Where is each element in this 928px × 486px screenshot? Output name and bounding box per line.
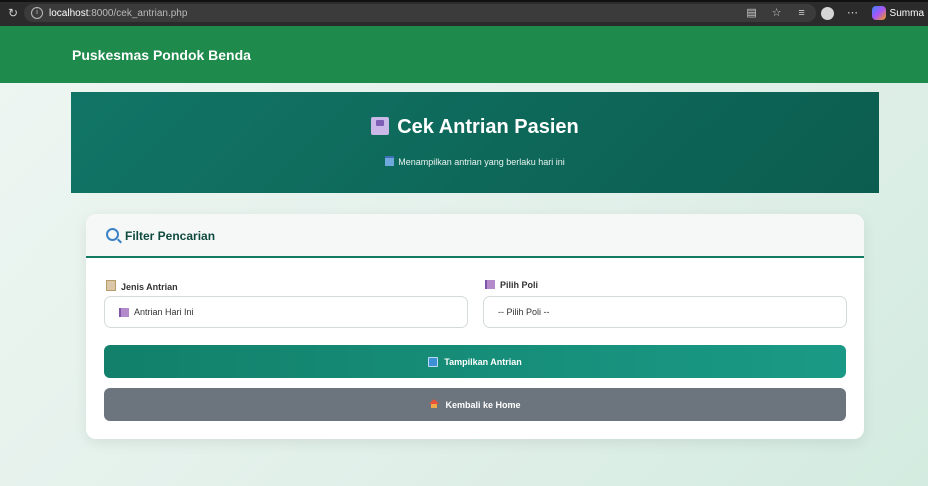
reader-mode-icon[interactable]: ▤ [746, 7, 758, 19]
pilih-poli-value: -- Pilih Poli -- [498, 307, 550, 317]
pilih-poli-label-text: Pilih Poli [500, 280, 539, 290]
filter-title: Filter Pencarian [106, 228, 215, 243]
info-icon[interactable]: i [31, 7, 43, 19]
kembali-home-button[interactable]: Kembali ke Home [104, 388, 846, 421]
page-subtitle-text: Menampilkan antrian yang berlaku hari in… [398, 157, 565, 167]
tampilkan-antrian-label: Tampilkan Antrian [444, 356, 522, 367]
hero-banner: Cek Antrian Pasien Menampilkan antrian y… [71, 92, 879, 193]
tampilkan-antrian-button[interactable]: Tampilkan Antrian [104, 345, 846, 378]
url-text[interactable]: localhost:8000/cek_antrian.php [49, 8, 187, 19]
browser-toolbar: ↻ i localhost:8000/cek_antrian.php ▤ ☆ ≡… [0, 0, 928, 26]
patient-icon [371, 117, 390, 135]
book-icon [119, 307, 129, 317]
window-top-edge [0, 0, 928, 2]
pilih-poli-label: Pilih Poli [485, 280, 538, 290]
copilot-icon[interactable] [871, 6, 886, 20]
url-host: localhost [49, 7, 89, 19]
page-title-text: Cek Antrian Pasien [397, 116, 579, 138]
calendar-icon [385, 156, 395, 166]
jenis-antrian-label: Jenis Antrian [106, 280, 178, 292]
clipboard-icon [106, 280, 116, 291]
filter-title-text: Filter Pencarian [125, 229, 216, 243]
favorite-star-icon[interactable]: ☆ [771, 7, 783, 19]
page-title: Cek Antrian Pasien [71, 116, 879, 139]
navbar: Puskesmas Pondok Benda [0, 26, 928, 83]
favorites-list-icon[interactable]: ≡ [796, 7, 808, 19]
book-icon [485, 280, 495, 289]
pilih-poli-select[interactable]: -- Pilih Poli -- [483, 296, 847, 328]
home-icon [429, 399, 440, 408]
jenis-antrian-select[interactable]: Antrian Hari Ini [104, 296, 468, 328]
page-body: Puskesmas Pondok Benda Cek Antrian Pasie… [0, 26, 928, 486]
reload-icon[interactable]: ↻ [6, 6, 20, 20]
url-path: :8000/cek_antrian.php [88, 7, 188, 19]
page-subtitle: Menampilkan antrian yang berlaku hari in… [71, 156, 879, 167]
brand-link[interactable]: Puskesmas Pondok Benda [72, 47, 251, 63]
address-bar[interactable]: i localhost:8000/cek_antrian.php [24, 4, 816, 22]
filter-card-header: Filter Pencarian [86, 214, 864, 258]
browser-actions: ▤ ☆ ≡ ⋯ Summa [746, 4, 928, 22]
kembali-home-label: Kembali ke Home [445, 399, 521, 410]
refresh-icon [428, 356, 439, 367]
filter-card: Filter Pencarian Jenis Antrian Antrian H… [86, 214, 864, 439]
jenis-antrian-value: Antrian Hari Ini [134, 307, 194, 317]
search-icon [106, 228, 119, 241]
more-options-icon[interactable]: ⋯ [847, 7, 859, 19]
jenis-antrian-label-text: Jenis Antrian [121, 282, 178, 292]
profile-icon[interactable] [820, 6, 834, 20]
summary-button[interactable]: Summa [890, 8, 924, 19]
